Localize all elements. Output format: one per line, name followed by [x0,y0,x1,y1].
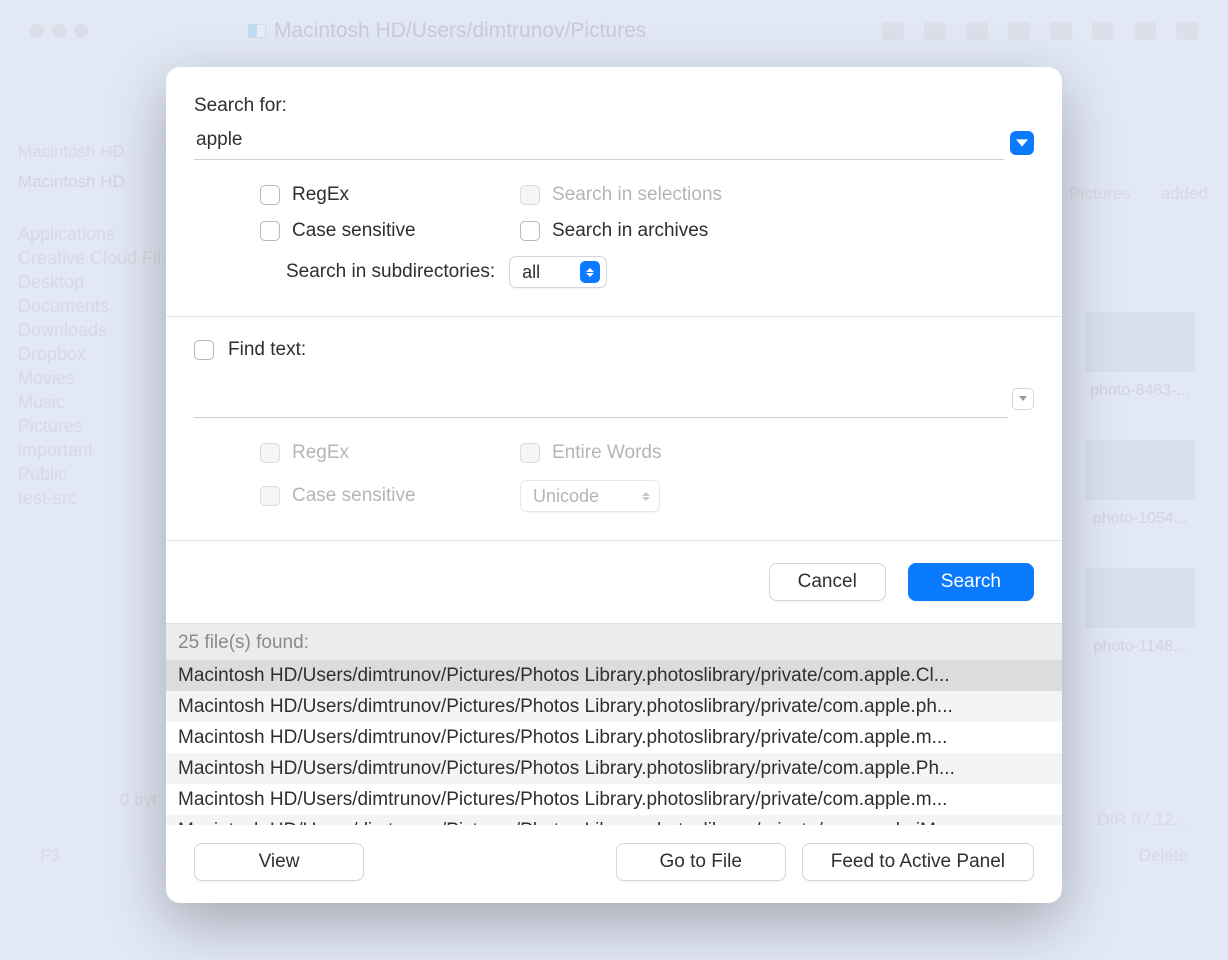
result-row[interactable]: Macintosh HD/Users/dimtrunov/Pictures/Ph… [166,784,1062,815]
stepper-icon [580,261,600,283]
checkbox-icon [260,221,280,241]
search-archives-option[interactable]: Search in archives [520,220,840,242]
result-row[interactable]: Macintosh HD/Users/dimtrunov/Pictures/Ph… [166,815,1062,825]
text-regex-label: RegEx [292,442,349,464]
regex-option[interactable]: RegEx [260,184,520,206]
regex-label: RegEx [292,184,349,206]
encoding-value: Unicode [533,486,599,507]
cancel-button[interactable]: Cancel [769,563,886,601]
text-regex-option: RegEx [260,442,520,464]
chevron-down-icon [1019,396,1027,401]
goto-file-button[interactable]: Go to File [616,843,786,881]
search-selections-option: Search in selections [520,184,840,206]
checkbox-icon [520,221,540,241]
text-case-option: Case sensitive [260,480,520,512]
results-count: 25 file(s) found: [166,624,1062,660]
view-button[interactable]: View [194,843,364,881]
search-dialog: Search for: RegEx Search in selections C… [166,67,1062,903]
checkbox-icon [260,486,280,506]
search-for-label: Search for: [194,95,1034,117]
subdir-value: all [522,262,540,283]
find-text-label: Find text: [228,339,306,361]
result-row[interactable]: Macintosh HD/Users/dimtrunov/Pictures/Ph… [166,753,1062,784]
search-selections-label: Search in selections [552,184,722,206]
search-input[interactable] [194,125,1004,160]
chevron-down-icon [1016,137,1028,149]
result-row[interactable]: Macintosh HD/Users/dimtrunov/Pictures/Ph… [166,722,1062,753]
find-text-checkbox[interactable] [194,340,214,360]
checkbox-icon [260,185,280,205]
entire-words-option: Entire Words [520,442,840,464]
case-label: Case sensitive [292,220,416,242]
checkbox-icon [520,443,540,463]
search-button[interactable]: Search [908,563,1034,601]
find-text-history-button[interactable] [1012,388,1034,410]
search-history-button[interactable] [1010,131,1034,155]
case-sensitive-option[interactable]: Case sensitive [260,220,520,242]
subdir-select[interactable]: all [509,256,607,288]
stepper-icon [639,485,653,507]
divider [166,316,1062,317]
text-case-label: Case sensitive [292,485,416,507]
results-panel: 25 file(s) found: Macintosh HD/Users/dim… [166,623,1062,825]
result-row[interactable]: Macintosh HD/Users/dimtrunov/Pictures/Ph… [166,660,1062,691]
checkbox-icon [260,443,280,463]
archives-label: Search in archives [552,220,708,242]
feed-to-panel-button[interactable]: Feed to Active Panel [802,843,1034,881]
subdir-label: Search in subdirectories: [286,261,495,283]
result-row[interactable]: Macintosh HD/Users/dimtrunov/Pictures/Ph… [166,691,1062,722]
encoding-select: Unicode [520,480,660,512]
find-text-input[interactable] [194,379,1008,418]
checkbox-icon [520,185,540,205]
entire-words-label: Entire Words [552,442,661,464]
